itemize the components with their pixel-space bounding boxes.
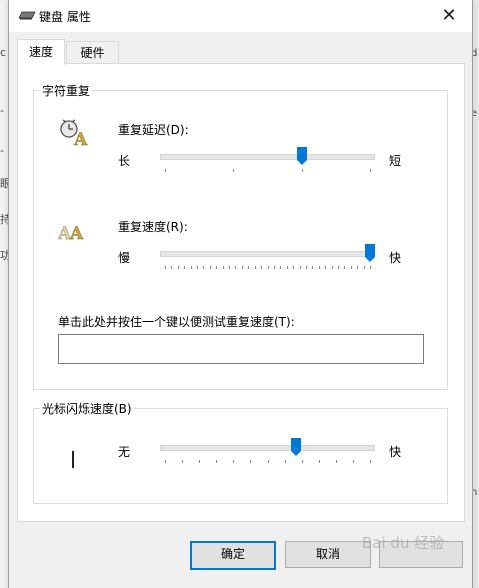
repeat-test-input[interactable] [58,334,424,364]
slider-tick [325,266,326,269]
repeat-delay-max-label: 短 [389,154,402,168]
slider-tick [229,266,230,269]
slider-tick [370,169,371,172]
close-button[interactable]: ✕ [426,0,472,32]
slider-track[interactable] [160,154,375,160]
cursor-blink-slider[interactable] [160,438,375,470]
ok-button[interactable]: 确定 [190,541,276,570]
slider-tick [178,266,179,269]
slider-tick [336,460,337,463]
tab-speed[interactable]: 速度 [17,39,65,65]
svg-text:A: A [69,224,84,241]
slider-track[interactable] [160,445,375,451]
background-char: c [0,46,7,59]
slider-tick [268,266,269,269]
slider-tick [199,460,200,463]
tab-hardware[interactable]: 硬件 [66,41,119,64]
slider-tick [306,266,307,269]
keyboard-icon [18,11,36,20]
repeat-rate-max-label: 快 [389,251,402,265]
slider-tick [332,266,333,269]
repeat-delay-label: 重复延迟(D): [118,123,189,137]
slider-tick [353,460,354,463]
slider-tick [344,266,345,269]
repeat-test-label: 单击此处并按住一个键以便测试重复速度(T): [58,315,295,329]
slider-tick [242,266,243,269]
cursor-preview-icon [72,451,74,468]
repeat-delay-min-label: 长 [118,154,131,168]
slider-tick [268,460,269,463]
slider-tick [285,460,286,463]
slider-tick [203,266,204,269]
keyboard-properties-dialog: 键盘 属性 ✕ 速度 硬件 字符重复 A 重复延迟(D): 长 短 A A 重复… [8,0,473,588]
repeat-rate-icon: A A [58,224,84,241]
slider-tick [165,266,166,269]
slider-thumb[interactable] [365,244,375,262]
character-repeat-group: 字符重复 A 重复延迟(D): 长 短 A A 重复速度(R): 慢 快 单击此… [33,82,448,390]
slider-tick [319,266,320,269]
slider-tick [165,460,166,463]
repeat-delay-slider[interactable] [160,147,375,179]
repeat-rate-label: 重复速度(R): [118,220,188,234]
background-char: - [0,104,4,117]
cursor-blink-group: 光标闪烁速度(B) 无 快 [33,400,448,504]
title-bar: 键盘 属性 ✕ [9,0,472,32]
slider-tick [261,266,262,269]
slider-tick [287,266,288,269]
slider-tick [223,266,224,269]
slider-tick [235,266,236,269]
slider-tick [248,266,249,269]
slider-tick [370,460,371,463]
cursor-blink-max-label: 快 [389,445,402,459]
slider-tick [233,460,234,463]
slider-tick [280,266,281,269]
speed-tab-panel: 字符重复 A 重复延迟(D): 长 短 A A 重复速度(R): 慢 快 单击此… [17,63,465,522]
slider-tick [210,266,211,269]
window-title: 键盘 属性 [39,10,91,24]
slider-track[interactable] [160,251,375,257]
slider-tick [216,266,217,269]
slider-tick [184,266,185,269]
slider-tick [255,266,256,269]
slider-tick [364,266,365,269]
slider-tick [233,169,234,172]
slider-tick [357,266,358,269]
repeat-delay-icon: A [60,119,88,146]
repeat-rate-slider[interactable] [160,244,375,276]
svg-text:A: A [73,130,88,146]
slider-tick [300,266,301,269]
group-legend: 光标闪烁速度(B) [40,400,134,417]
slider-tick [319,460,320,463]
slider-tick [197,266,198,269]
slider-tick [274,266,275,269]
slider-tick [293,266,294,269]
slider-tick [302,169,303,172]
slider-tick [216,460,217,463]
slider-tick [171,266,172,269]
repeat-rate-min-label: 慢 [118,251,131,265]
background-char: - [0,144,4,157]
cancel-button[interactable]: 取消 [285,541,371,568]
slider-tick [351,266,352,269]
slider-tick [191,266,192,269]
cursor-blink-min-label: 无 [118,445,131,459]
slider-tick [370,266,371,269]
group-legend: 字符重复 [40,82,93,99]
slider-tick [312,266,313,269]
slider-thumb[interactable] [297,147,307,165]
slider-tick [182,460,183,463]
slider-tick [165,169,166,172]
slider-thumb[interactable] [291,438,301,456]
slider-tick [338,266,339,269]
slider-tick [250,460,251,463]
watermark-logo: Bai du 经验 [362,534,445,552]
slider-tick [302,460,303,463]
close-icon: ✕ [441,5,457,26]
